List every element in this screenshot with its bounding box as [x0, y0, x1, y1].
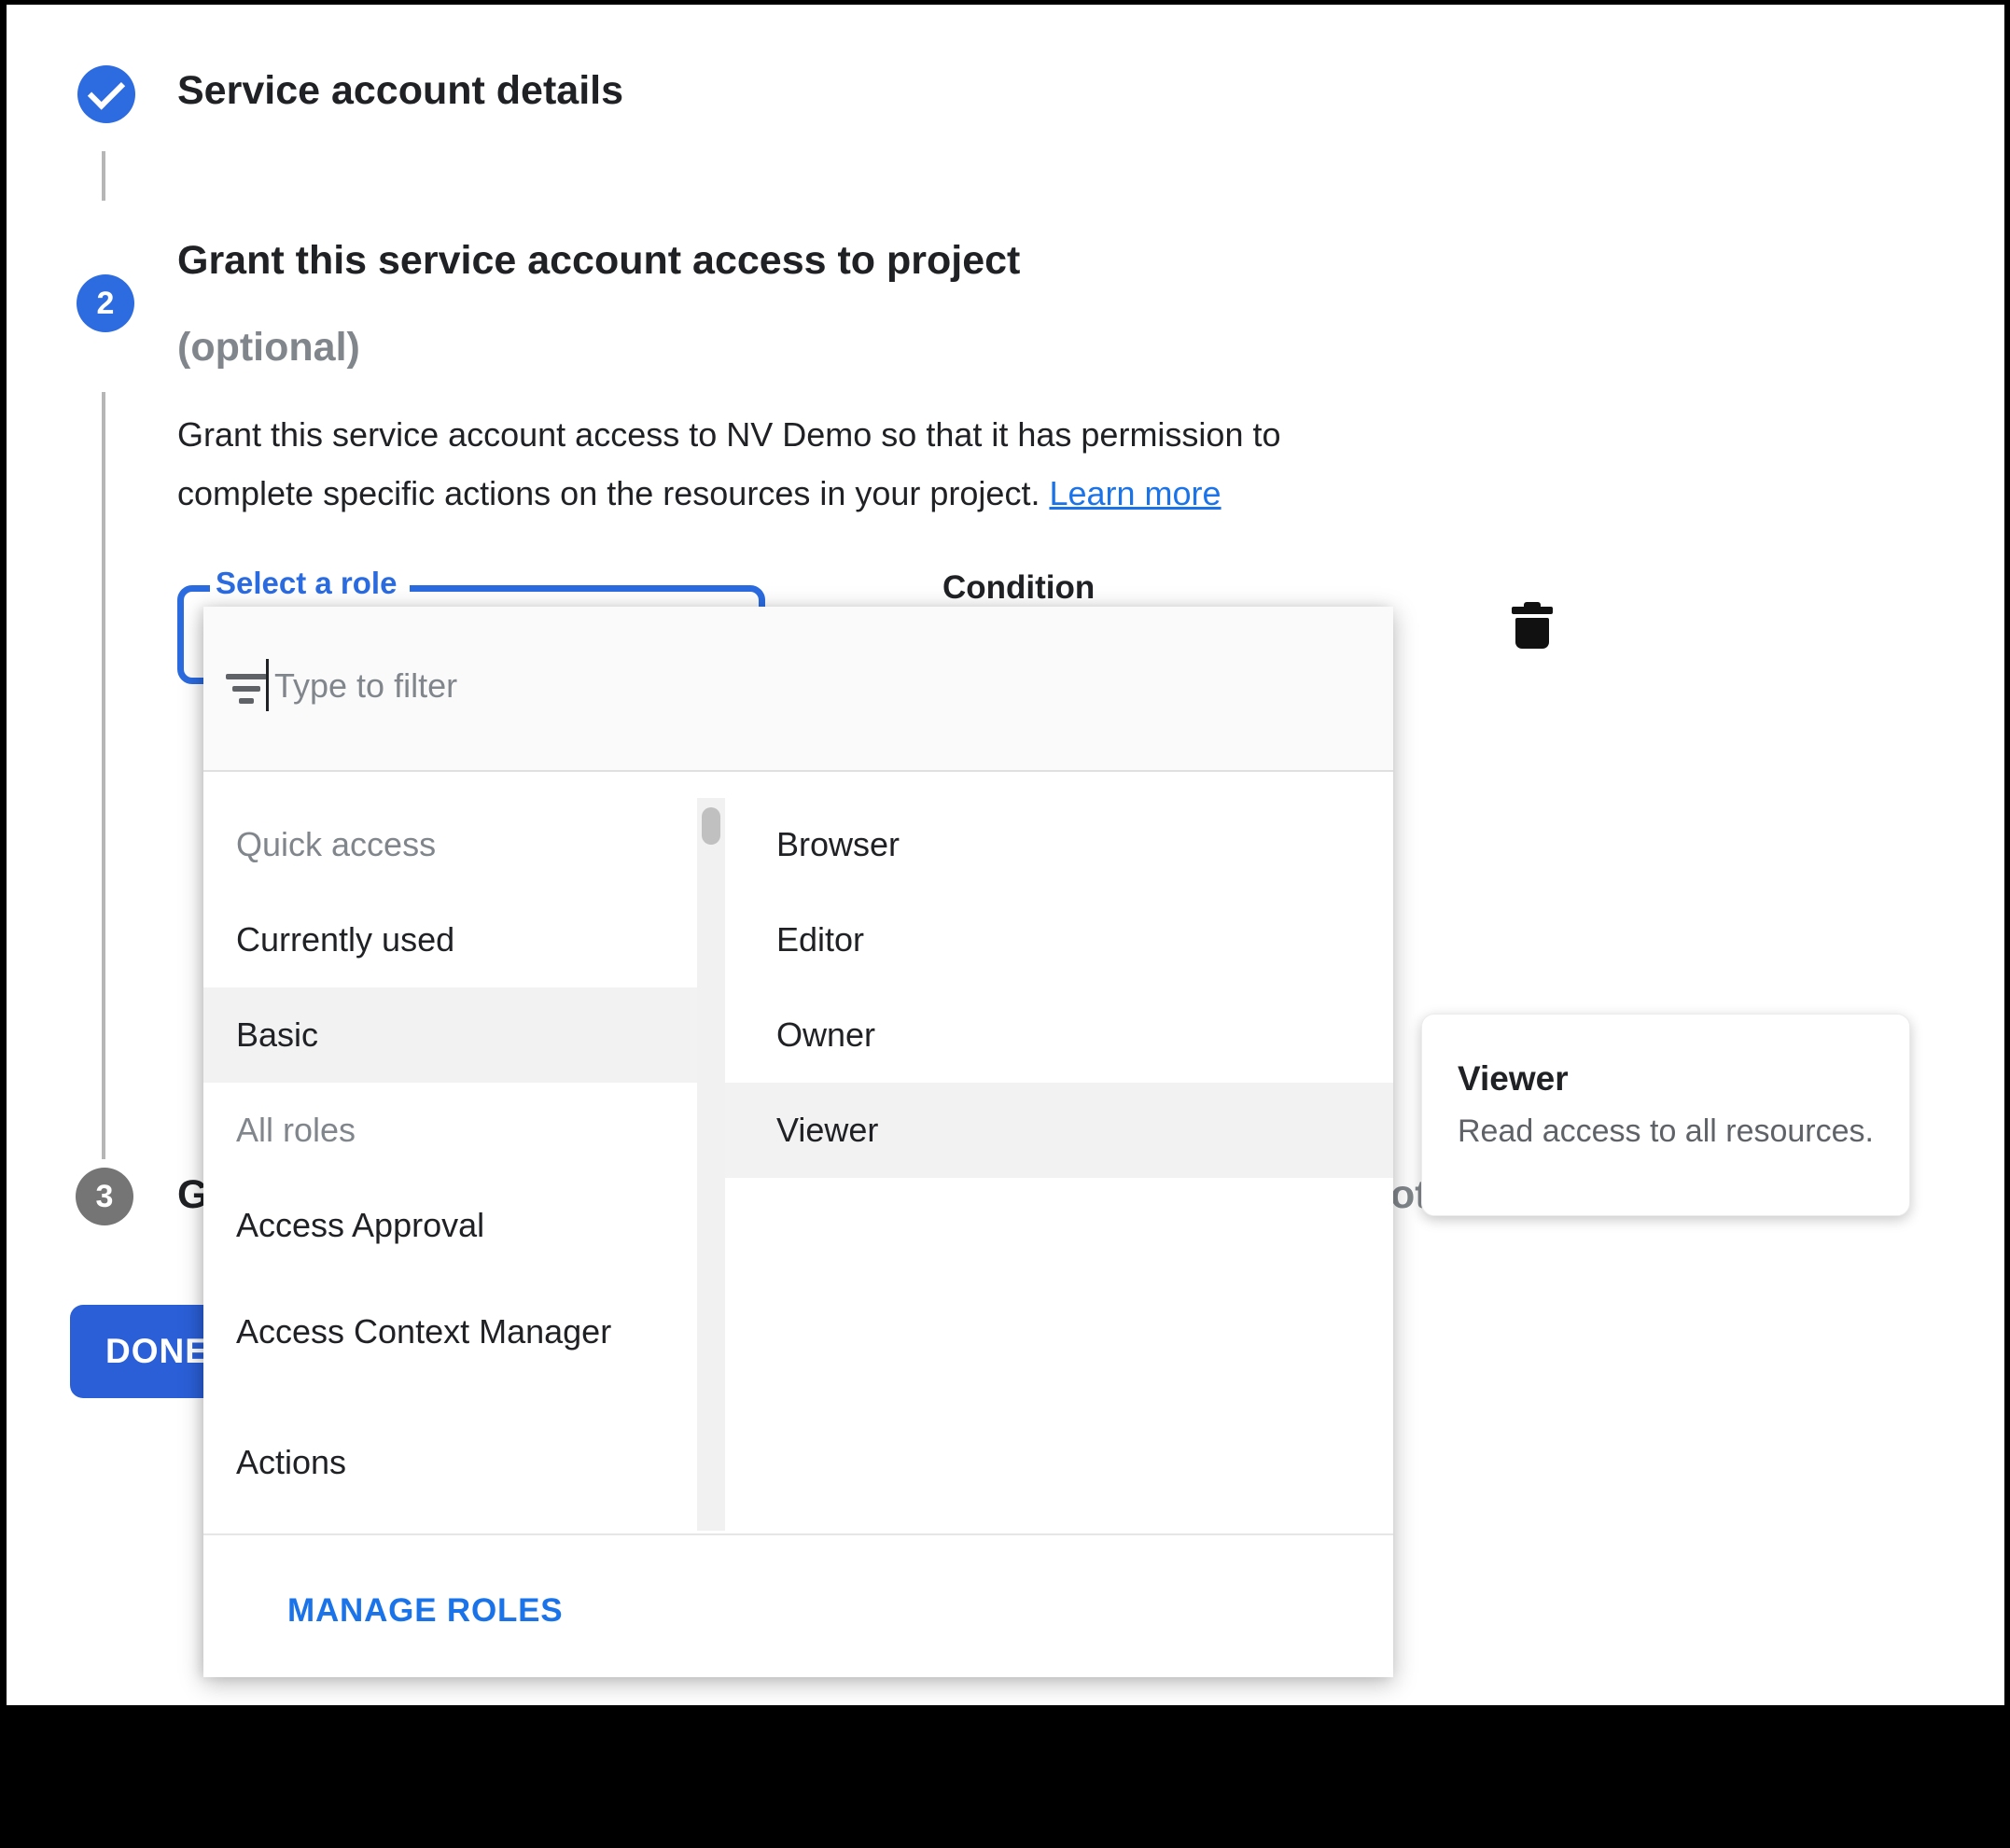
- right-list-item-owner[interactable]: Owner: [725, 987, 1393, 1083]
- text-cursor: [266, 659, 269, 711]
- step2-title-optional: (optional): [177, 325, 360, 371]
- trash-body: [1515, 618, 1549, 649]
- role-picker-dropdown: Type to filter Quick access Currently us…: [203, 607, 1393, 1677]
- left-list-item-basic-selected[interactable]: Basic: [203, 987, 697, 1083]
- filter-list-icon: [226, 674, 267, 706]
- step1-title: Service account details: [177, 68, 623, 114]
- step2-number: 2: [97, 286, 115, 322]
- stepper-connector-line: [102, 151, 105, 201]
- step2-title: Grant this service account access to pro…: [177, 238, 1020, 284]
- step2-description-line2: complete specific actions on the resourc…: [177, 474, 1221, 513]
- filter-placeholder: Type to filter: [274, 666, 457, 706]
- left-list-header-all-roles: All roles: [203, 1083, 697, 1178]
- left-list-scrollbar-track[interactable]: [697, 798, 725, 1531]
- step2-badge: 2: [77, 274, 134, 332]
- step2-description-line1: Grant this service account access to NV …: [177, 415, 1281, 455]
- stepper-connector-line: [102, 392, 105, 1159]
- left-list-item-access-approval[interactable]: Access Approval: [203, 1178, 697, 1273]
- manage-roles-button[interactable]: MANAGE ROLES: [287, 1592, 563, 1630]
- right-list-item-editor[interactable]: Editor: [725, 892, 1393, 987]
- condition-label: Condition: [942, 569, 1095, 607]
- role-filter-input[interactable]: Type to filter: [203, 607, 1393, 772]
- right-list-item-browser[interactable]: Browser: [725, 797, 1393, 892]
- left-list-scrollbar-thumb[interactable]: [702, 807, 720, 845]
- trash-lid: [1512, 607, 1553, 614]
- left-list-header-quick-access: Quick access: [203, 797, 697, 892]
- delete-role-trash-icon[interactable]: [1512, 602, 1553, 649]
- learn-more-link[interactable]: Learn more: [1049, 474, 1221, 512]
- left-list-item-access-context-manager[interactable]: Access Context Manager: [203, 1262, 697, 1402]
- tooltip-description: Read access to all resources.: [1458, 1113, 1874, 1150]
- right-list-item-viewer-selected[interactable]: Viewer: [725, 1083, 1393, 1178]
- panel-footer-divider: [203, 1533, 1393, 1535]
- step1-complete-icon: [77, 65, 135, 123]
- step3-number: 3: [96, 1179, 114, 1215]
- select-role-label: Select a role: [210, 566, 410, 601]
- tooltip-title: Viewer: [1458, 1059, 1874, 1099]
- check-icon: [88, 72, 125, 109]
- left-list-item-actions[interactable]: Actions: [203, 1415, 697, 1510]
- viewer-role-tooltip: Viewer Read access to all resources.: [1421, 1014, 1910, 1216]
- step3-badge: 3: [76, 1168, 133, 1225]
- left-list-item-currently-used[interactable]: Currently used: [203, 892, 697, 987]
